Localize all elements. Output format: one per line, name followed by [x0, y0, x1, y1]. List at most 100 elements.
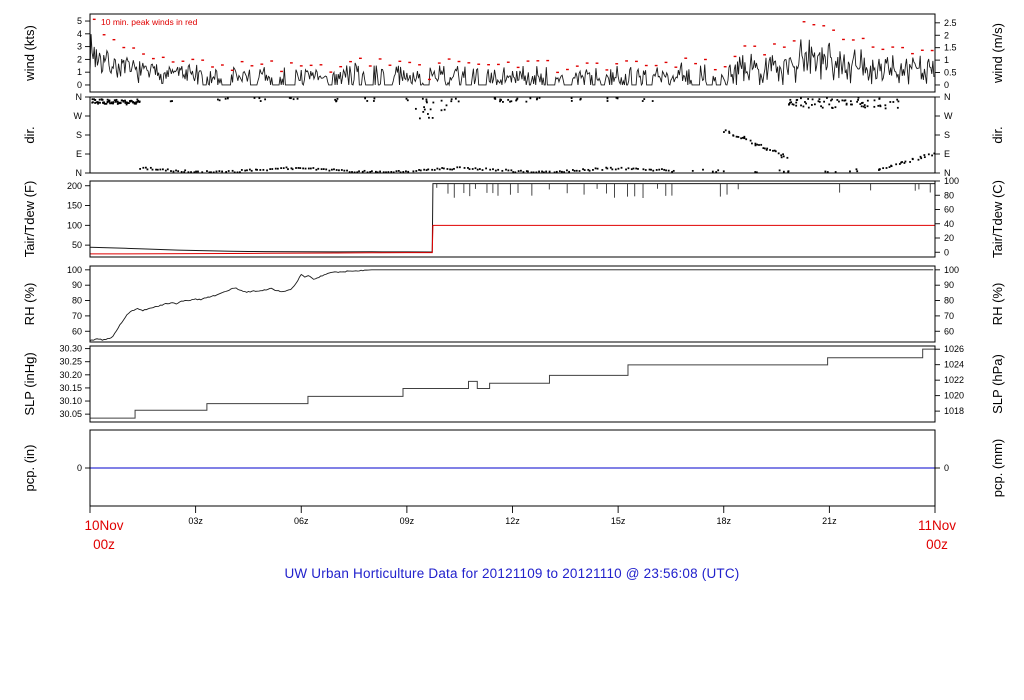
dir-dot — [860, 105, 863, 108]
dir-dot — [555, 170, 558, 173]
wind-peak-dot — [566, 68, 569, 71]
slp-series-group — [90, 348, 935, 419]
pcp-right-axis-label: pcp. (mm) — [990, 439, 1005, 498]
rh-panel: 60 70 80 90 100 60 70 80 90 100 RH (%) RH (%) — [22, 265, 1005, 343]
dir-dot — [520, 169, 522, 172]
wind-peak-dot — [240, 60, 244, 63]
wind-peak-dot — [92, 18, 96, 21]
dir-dot — [737, 136, 740, 138]
dir-dot — [427, 168, 430, 171]
dir-dot — [468, 168, 471, 171]
dir-dot — [423, 168, 426, 171]
dir-dot — [271, 168, 274, 170]
dir-dot — [896, 98, 899, 101]
wind-peak-dot — [132, 47, 136, 49]
wind-peak-dot — [556, 71, 559, 74]
dir-dot — [566, 169, 568, 172]
temp-right-tick-label: 20 — [944, 233, 954, 243]
dir-dot — [810, 104, 813, 106]
wind-peak-dot — [812, 24, 816, 26]
dir-right-tick-label: E — [944, 149, 950, 159]
dir-dot — [911, 157, 914, 160]
dir-dot — [476, 168, 479, 171]
dir-dot — [458, 166, 461, 169]
dir-dot — [442, 167, 445, 170]
slp-left-tick-label: 30.15 — [59, 383, 82, 393]
dir-dot — [425, 98, 428, 101]
x-axis-tick-label: 15z — [611, 516, 626, 526]
dir-dot — [570, 100, 573, 102]
dir-dot — [246, 169, 248, 172]
dir-dot — [637, 168, 639, 170]
slp-panel: 30.05 30.10 30.15 30.20 30.25 30.30 1018 1020 10… — [22, 344, 1005, 423]
wind-peak-dot — [497, 63, 500, 66]
dir-dot — [256, 168, 258, 171]
dir-dot — [650, 168, 652, 171]
wind-peak-dot — [851, 39, 855, 41]
wind-peak-dot — [201, 59, 205, 61]
dir-dot — [289, 97, 292, 100]
dir-dot — [849, 170, 851, 173]
dir-dot — [110, 101, 113, 104]
dir-dot — [166, 168, 169, 171]
rh-right-axis-label: RH (%) — [990, 283, 1005, 326]
wind-peak-dot — [605, 69, 609, 71]
dir-dot — [749, 139, 752, 142]
wind-right-axis-label: wind (m/s) — [990, 23, 1005, 84]
dir-dot — [635, 167, 638, 170]
dir-dot — [423, 108, 426, 111]
dir-dot — [807, 106, 810, 109]
temp-right-axis-label: Tair/Tdew (C) — [990, 180, 1005, 258]
dir-dot — [617, 167, 620, 170]
wind-peak-dot — [625, 60, 628, 62]
dir-dot — [494, 169, 497, 172]
dir-dot — [454, 97, 457, 100]
temp-right-tick-label: 40 — [944, 219, 954, 229]
dir-dot — [91, 98, 94, 101]
wind-peak-dot — [270, 60, 274, 62]
wind-peak-dot — [378, 58, 382, 60]
dir-dot — [795, 104, 798, 107]
wind-peak-dot — [773, 43, 776, 45]
wind-peak-dot — [319, 64, 323, 66]
dir-dot — [535, 98, 538, 101]
dir-dot — [805, 102, 807, 105]
dir-dot — [450, 98, 453, 101]
dir-dot — [780, 156, 783, 159]
dir-dot — [838, 100, 840, 103]
wind-peak-dot — [782, 46, 786, 48]
wind-peak-dot — [260, 63, 264, 65]
x-axis-tick-label: 09z — [400, 516, 415, 526]
dir-dot — [221, 170, 224, 173]
wind-peak-dot — [299, 65, 303, 67]
dir-dot — [463, 167, 466, 169]
dir-right-tick-label: S — [944, 130, 950, 140]
dir-dot — [336, 97, 339, 100]
rh-panel-frame — [89, 265, 936, 343]
wind-peak-dot — [112, 38, 116, 41]
dir-dot — [820, 105, 822, 108]
dir-dot — [850, 103, 852, 106]
dir-dot — [226, 97, 229, 100]
dir-dot — [124, 99, 126, 102]
dir-dot — [280, 167, 283, 170]
dir-dot — [792, 103, 795, 106]
dir-dot — [843, 99, 846, 102]
slp-right-tick-label: 1022 — [944, 375, 964, 385]
dir-dot — [144, 166, 147, 169]
dir-dot — [525, 100, 528, 103]
dir-dot — [652, 169, 655, 172]
dir-dot — [146, 168, 149, 171]
dir-left-tick-label: S — [76, 130, 82, 140]
dir-dot — [346, 169, 348, 172]
dir-dot — [836, 99, 839, 101]
wind-peak-dot — [161, 56, 165, 59]
dir-dot — [405, 170, 407, 173]
wind-peak-dot — [832, 29, 835, 31]
rh-series-group — [90, 269, 934, 341]
dir-dot — [414, 107, 417, 110]
dir-dot — [804, 101, 806, 103]
dir-dot — [889, 101, 892, 103]
dir-dot — [366, 100, 369, 102]
dir-dot — [370, 170, 373, 173]
